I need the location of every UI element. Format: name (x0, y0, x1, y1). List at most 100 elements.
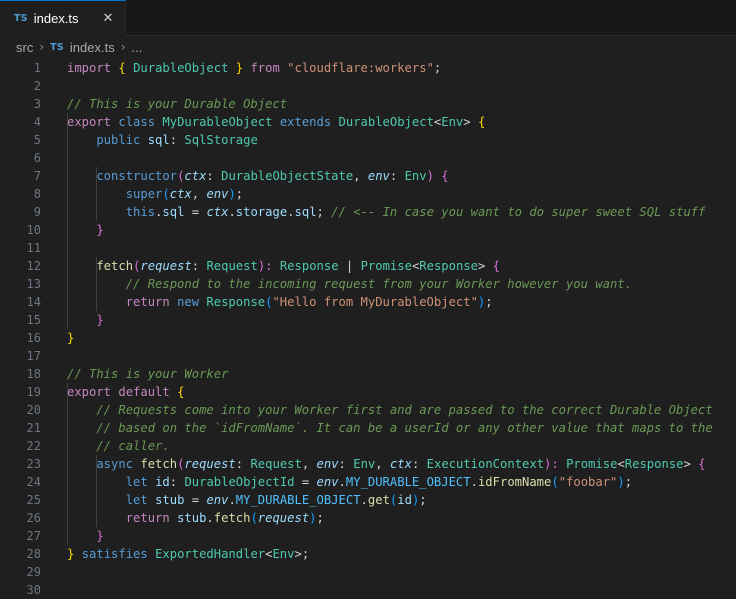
code-token: sql (294, 205, 317, 219)
code-token: } (67, 529, 104, 543)
breadcrumb-folder-src[interactable]: src (16, 40, 33, 55)
code-token: . (206, 511, 214, 525)
code-token: sql (162, 205, 185, 219)
code-token: ; (316, 511, 324, 525)
code-token: request (257, 511, 310, 525)
code-token: env (206, 493, 229, 507)
code-token: > (294, 547, 302, 561)
code-text (41, 239, 68, 257)
code-line[interactable]: 6 (0, 149, 736, 167)
code-token: request (140, 259, 192, 273)
code-token: async (67, 457, 141, 471)
code-token: { (118, 61, 134, 75)
code-line[interactable]: 21 // based on the `idFromName`. It can … (0, 419, 736, 437)
code-line[interactable]: 22 // caller. (0, 437, 736, 455)
code-line[interactable]: 16} (0, 329, 736, 347)
code-line[interactable]: 7 constructor(ctx: DurableObjectState, e… (0, 167, 736, 185)
code-line[interactable]: 23 async fetch(request: Request, env: En… (0, 455, 736, 473)
close-icon[interactable]: ✕ (103, 11, 114, 26)
tab-label: index.ts (33, 11, 79, 26)
code-token: import (67, 61, 119, 75)
code-line[interactable]: 5 public sql: SqlStorage (0, 131, 736, 149)
code-line[interactable]: 4 export class MyDurableObject extends Du… (0, 113, 736, 131)
code-token: request (184, 457, 236, 471)
code-token: this (67, 205, 156, 219)
code-line[interactable]: 3 // This is your Durable Object (0, 95, 736, 113)
code-token: SqlStorage (184, 133, 258, 147)
code-token: ): (257, 259, 280, 273)
code-token: > (683, 457, 699, 471)
indent-guide (67, 311, 68, 329)
code-line[interactable]: 11 (0, 239, 736, 257)
code-text: // Respond to the incoming request from … (41, 275, 632, 293)
code-token: env (316, 475, 339, 489)
code-line[interactable]: 14 return new Response("Hello from MyDur… (0, 293, 736, 311)
code-line[interactable]: 25 let stub = env.MY_DURABLE_OBJECT.get(… (0, 491, 736, 509)
code-token: // Requests come into your Worker first … (67, 403, 713, 417)
code-text: public sql: SqlStorage (41, 131, 258, 149)
line-number: 17 (26, 349, 41, 363)
breadcrumb-file[interactable]: index.ts (70, 40, 115, 55)
code-token: , (191, 187, 207, 201)
code-text: async fetch(request: Request, env: Env, … (41, 455, 706, 473)
code-token: new (177, 295, 207, 309)
code-line[interactable]: 2 (0, 77, 736, 95)
code-token: // This is your Worker (67, 367, 229, 381)
code-line[interactable]: 30 (0, 581, 736, 599)
code-token: } (67, 223, 104, 237)
code-line[interactable]: 8 super(ctx, env); (0, 185, 736, 203)
code-token: from (250, 61, 288, 75)
indent-guide (67, 527, 68, 545)
indent-guide (67, 491, 68, 509)
code-line[interactable]: 20 // Requests come into your Worker fir… (0, 401, 736, 419)
breadcrumb-more[interactable]: ... (132, 40, 143, 55)
code-line[interactable]: 29 (0, 563, 736, 581)
code-text: } (41, 527, 104, 545)
code-text: export default { (41, 383, 184, 401)
code-line[interactable]: 24 let id: DurableObjectId = env.MY_DURA… (0, 473, 736, 491)
code-token: MY_DURABLE_OBJECT (235, 493, 361, 507)
code-token: fetch (67, 259, 134, 273)
code-line[interactable]: 26 return stub.fetch(request); (0, 509, 736, 527)
code-token: Request (206, 259, 258, 273)
code-line[interactable]: 12 fetch(request: Request): Response | P… (0, 257, 736, 275)
indent-guide (96, 473, 98, 491)
code-line[interactable]: 17 (0, 347, 736, 365)
indent-guide (96, 185, 98, 203)
tab-index-ts[interactable]: TS index.ts ✕ (0, 0, 127, 36)
code-line[interactable]: 15 } (0, 311, 736, 329)
code-token: { (477, 115, 486, 129)
code-editor[interactable]: 1 import { DurableObject } from "cloudfla… (0, 59, 736, 599)
code-token: extends (279, 115, 339, 129)
line-number: 15 (26, 313, 41, 327)
line-number: 24 (26, 475, 41, 489)
code-line[interactable]: 18 // This is your Worker (0, 365, 736, 383)
line-number: 4 (33, 115, 41, 129)
line-number: 27 (26, 529, 41, 543)
code-line[interactable]: 10 } (0, 221, 736, 239)
code-line[interactable]: 9 this.sql = ctx.storage.sql; // <-- In … (0, 203, 736, 221)
code-text (41, 149, 68, 167)
code-token: // Respond to the incoming request from … (67, 277, 632, 291)
code-token: env (316, 457, 339, 471)
indent-guide (67, 113, 68, 131)
code-line[interactable]: 27 } (0, 527, 736, 545)
code-token: export (67, 385, 119, 399)
code-token: } (67, 331, 75, 345)
code-token: default (118, 385, 178, 399)
editor-tab-bar: TS index.ts ✕ (0, 0, 736, 36)
indent-guide (67, 203, 68, 221)
code-token: env (206, 187, 229, 201)
line-number: 1 (33, 61, 41, 75)
code-line[interactable]: 19 export default { (0, 383, 736, 401)
code-line[interactable]: 13 // Respond to the incoming request fr… (0, 275, 736, 293)
code-token: storage (235, 205, 288, 219)
code-text: let id: DurableObjectId = env.MY_DURABLE… (41, 473, 632, 491)
code-token: : (169, 133, 185, 147)
code-line[interactable]: 1 import { DurableObject } from "cloudfla… (0, 59, 736, 77)
code-line[interactable]: 28} satisfies ExportedHandler<Env>; (0, 545, 736, 563)
code-token: > (463, 115, 478, 129)
code-text: // This is your Worker (41, 365, 228, 383)
